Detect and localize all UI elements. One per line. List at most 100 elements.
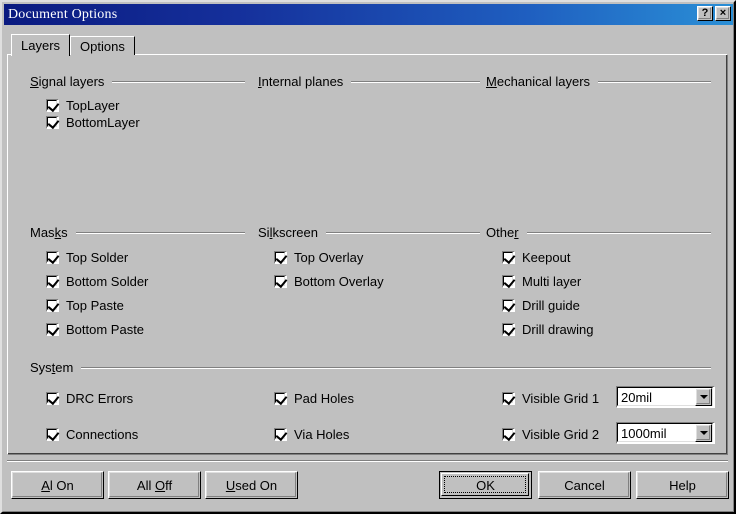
checkbox-bottom-paste-box[interactable] (46, 323, 59, 336)
title-bar-buttons: ? × (697, 6, 731, 21)
tab-options-label: Options (80, 39, 125, 54)
signal-layers-title-rest: ignal layers (39, 74, 105, 89)
visible-grid-2-combo[interactable]: 1000mil (616, 422, 715, 444)
checkbox-drill-guide-label: Drill guide (522, 298, 580, 313)
cancel-button[interactable]: Cancel (538, 471, 631, 499)
checkbox-bottom-solder-box[interactable] (46, 275, 59, 288)
checkbox-drill-drawing[interactable]: Drill drawing (502, 322, 594, 337)
cancel-button-label: Cancel (564, 478, 604, 493)
checkbox-bottom-paste[interactable]: Bottom Paste (46, 322, 144, 337)
checkbox-bottom-paste-label: Bottom Paste (66, 322, 144, 337)
checkbox-bottom-solder-label: Bottom Solder (66, 274, 148, 289)
checkbox-pad-holes[interactable]: Pad Holes (274, 391, 354, 406)
close-icon[interactable]: × (715, 6, 731, 21)
group-rule (598, 81, 711, 83)
all-off-label-rest: ff (165, 478, 172, 493)
checkbox-bottom-overlay[interactable]: Bottom Overlay (274, 274, 384, 289)
internal-planes-title-rest: nternal planes (262, 74, 344, 89)
checkbox-top-paste-label: Top Paste (66, 298, 124, 313)
help-button[interactable]: Help (636, 471, 729, 499)
checkbox-top-solder-box[interactable] (46, 251, 59, 264)
checkbox-drc-errors-box[interactable] (46, 392, 59, 405)
all-on-label-rest: l On (50, 478, 74, 493)
help-button-label-text: Help (669, 478, 696, 493)
group-header-masks: Masks (30, 225, 245, 240)
visible-grid-1-value: 20mil (617, 390, 695, 405)
used-on-button[interactable]: Used On (205, 471, 298, 499)
checkbox-visible-grid-2-label: Visible Grid 2 (522, 427, 599, 442)
close-button-label: × (720, 8, 726, 19)
title-bar[interactable]: Document Options ? × (4, 4, 733, 25)
checkbox-toplayer-label: TopLayer (66, 98, 119, 113)
checkbox-via-holes[interactable]: Via Holes (274, 427, 349, 442)
all-off-button[interactable]: All Off (108, 471, 201, 499)
checkbox-drill-guide-box[interactable] (502, 299, 515, 312)
checkbox-bottom-overlay-box[interactable] (274, 275, 287, 288)
visible-grid-1-combo[interactable]: 20mil (616, 386, 715, 408)
checkbox-top-solder[interactable]: Top Solder (46, 250, 128, 265)
mechanical-layers-title-rest: echanical layers (497, 74, 590, 89)
tab-layers[interactable]: Layers (11, 34, 70, 56)
group-header-mechanical-layers: Mechanical layers (486, 74, 711, 89)
layers-panel: Signal layers TopLayer BottomLayer Inter… (7, 54, 728, 455)
checkbox-drill-guide[interactable]: Drill guide (502, 298, 580, 313)
checkbox-top-overlay-label: Top Overlay (294, 250, 363, 265)
checkbox-bottom-solder[interactable]: Bottom Solder (46, 274, 148, 289)
checkbox-top-paste-box[interactable] (46, 299, 59, 312)
group-header-internal-planes: Internal planes (258, 74, 480, 89)
group-rule (112, 81, 245, 83)
checkbox-visible-grid-1-label: Visible Grid 1 (522, 391, 599, 406)
tab-strip: Layers Options (11, 34, 135, 55)
tab-options[interactable]: Options (70, 36, 135, 55)
system-title-rest: em (55, 360, 73, 375)
checkbox-drc-errors-label: DRC Errors (66, 391, 133, 406)
group-header-system: System (30, 360, 711, 375)
all-on-button[interactable]: Al On (11, 471, 104, 499)
checkbox-top-solder-label: Top Solder (66, 250, 128, 265)
group-rule (326, 232, 480, 234)
checkbox-pad-holes-box[interactable] (274, 392, 287, 405)
checkbox-multi-layer[interactable]: Multi layer (502, 274, 581, 289)
checkbox-toplayer[interactable]: TopLayer (46, 98, 119, 113)
checkbox-keepout-label: Keepout (522, 250, 570, 265)
checkbox-keepout[interactable]: Keepout (502, 250, 570, 265)
window-title: Document Options (4, 7, 117, 23)
checkbox-visible-grid-1[interactable]: Visible Grid 1 (502, 391, 599, 406)
group-rule (351, 81, 480, 83)
checkbox-visible-grid-1-box[interactable] (502, 392, 515, 405)
checkbox-toplayer-box[interactable] (46, 99, 59, 112)
checkbox-bottomlayer[interactable]: BottomLayer (46, 115, 140, 130)
document-options-dialog: Document Options ? × Layers Options Sign… (0, 0, 736, 514)
checkbox-multi-layer-box[interactable] (502, 275, 515, 288)
checkbox-connections-box[interactable] (46, 428, 59, 441)
checkbox-drc-errors[interactable]: DRC Errors (46, 391, 133, 406)
checkbox-via-holes-box[interactable] (274, 428, 287, 441)
group-header-other: Other (486, 225, 711, 240)
checkbox-keepout-box[interactable] (502, 251, 515, 264)
checkbox-pad-holes-label: Pad Holes (294, 391, 354, 406)
checkbox-top-paste[interactable]: Top Paste (46, 298, 124, 313)
masks-title-rest: s (61, 225, 68, 240)
used-on-label-rest: sed On (235, 478, 277, 493)
checkbox-drill-drawing-box[interactable] (502, 323, 515, 336)
checkbox-top-overlay-box[interactable] (274, 251, 287, 264)
silkscreen-title-rest: kscreen (272, 225, 318, 240)
checkbox-visible-grid-2-box[interactable] (502, 428, 515, 441)
checkbox-visible-grid-2[interactable]: Visible Grid 2 (502, 427, 599, 442)
group-header-silkscreen: Silkscreen (258, 225, 480, 240)
visible-grid-2-value: 1000mil (617, 426, 695, 441)
checkbox-via-holes-label: Via Holes (294, 427, 349, 442)
tab-layers-label: Layers (21, 38, 60, 53)
checkbox-bottomlayer-box[interactable] (46, 116, 59, 129)
chevron-down-icon[interactable] (695, 388, 712, 406)
group-rule (81, 367, 711, 369)
checkbox-drill-drawing-label: Drill drawing (522, 322, 594, 337)
checkbox-top-overlay[interactable]: Top Overlay (274, 250, 363, 265)
checkbox-connections-label: Connections (66, 427, 138, 442)
checkbox-bottomlayer-label: BottomLayer (66, 115, 140, 130)
ok-button[interactable]: OK (439, 471, 532, 499)
group-rule (76, 232, 245, 234)
chevron-down-icon[interactable] (695, 424, 712, 442)
checkbox-connections[interactable]: Connections (46, 427, 138, 442)
help-icon[interactable]: ? (697, 6, 713, 21)
